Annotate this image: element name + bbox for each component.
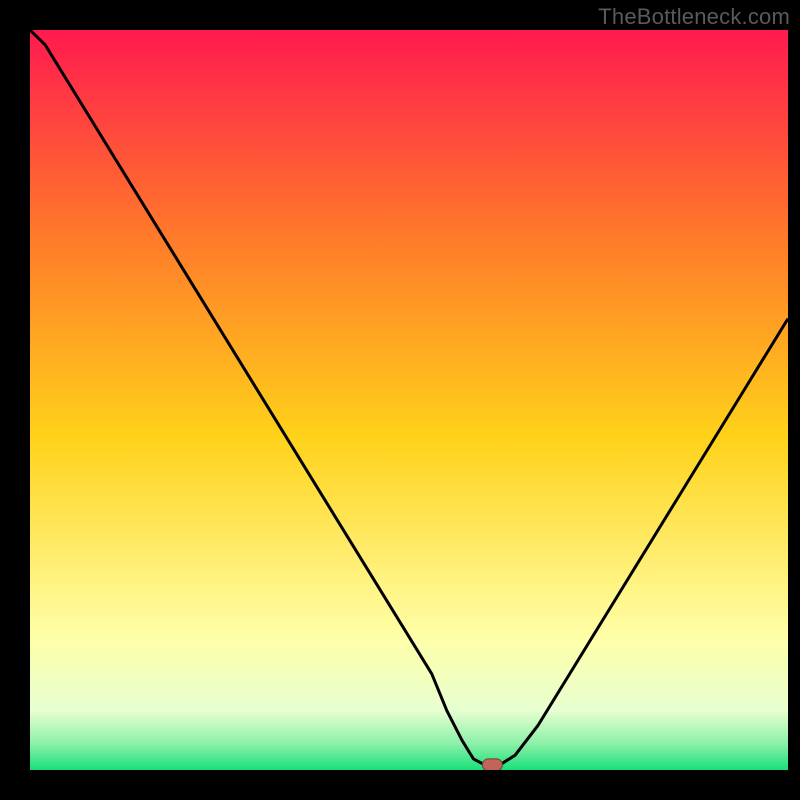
gradient-background — [30, 30, 788, 770]
chart-frame: TheBottleneck.com — [0, 0, 800, 800]
bottleneck-chart — [30, 30, 788, 770]
optimal-marker — [482, 759, 502, 770]
plot-area — [30, 30, 788, 770]
watermark-text: TheBottleneck.com — [598, 4, 790, 30]
